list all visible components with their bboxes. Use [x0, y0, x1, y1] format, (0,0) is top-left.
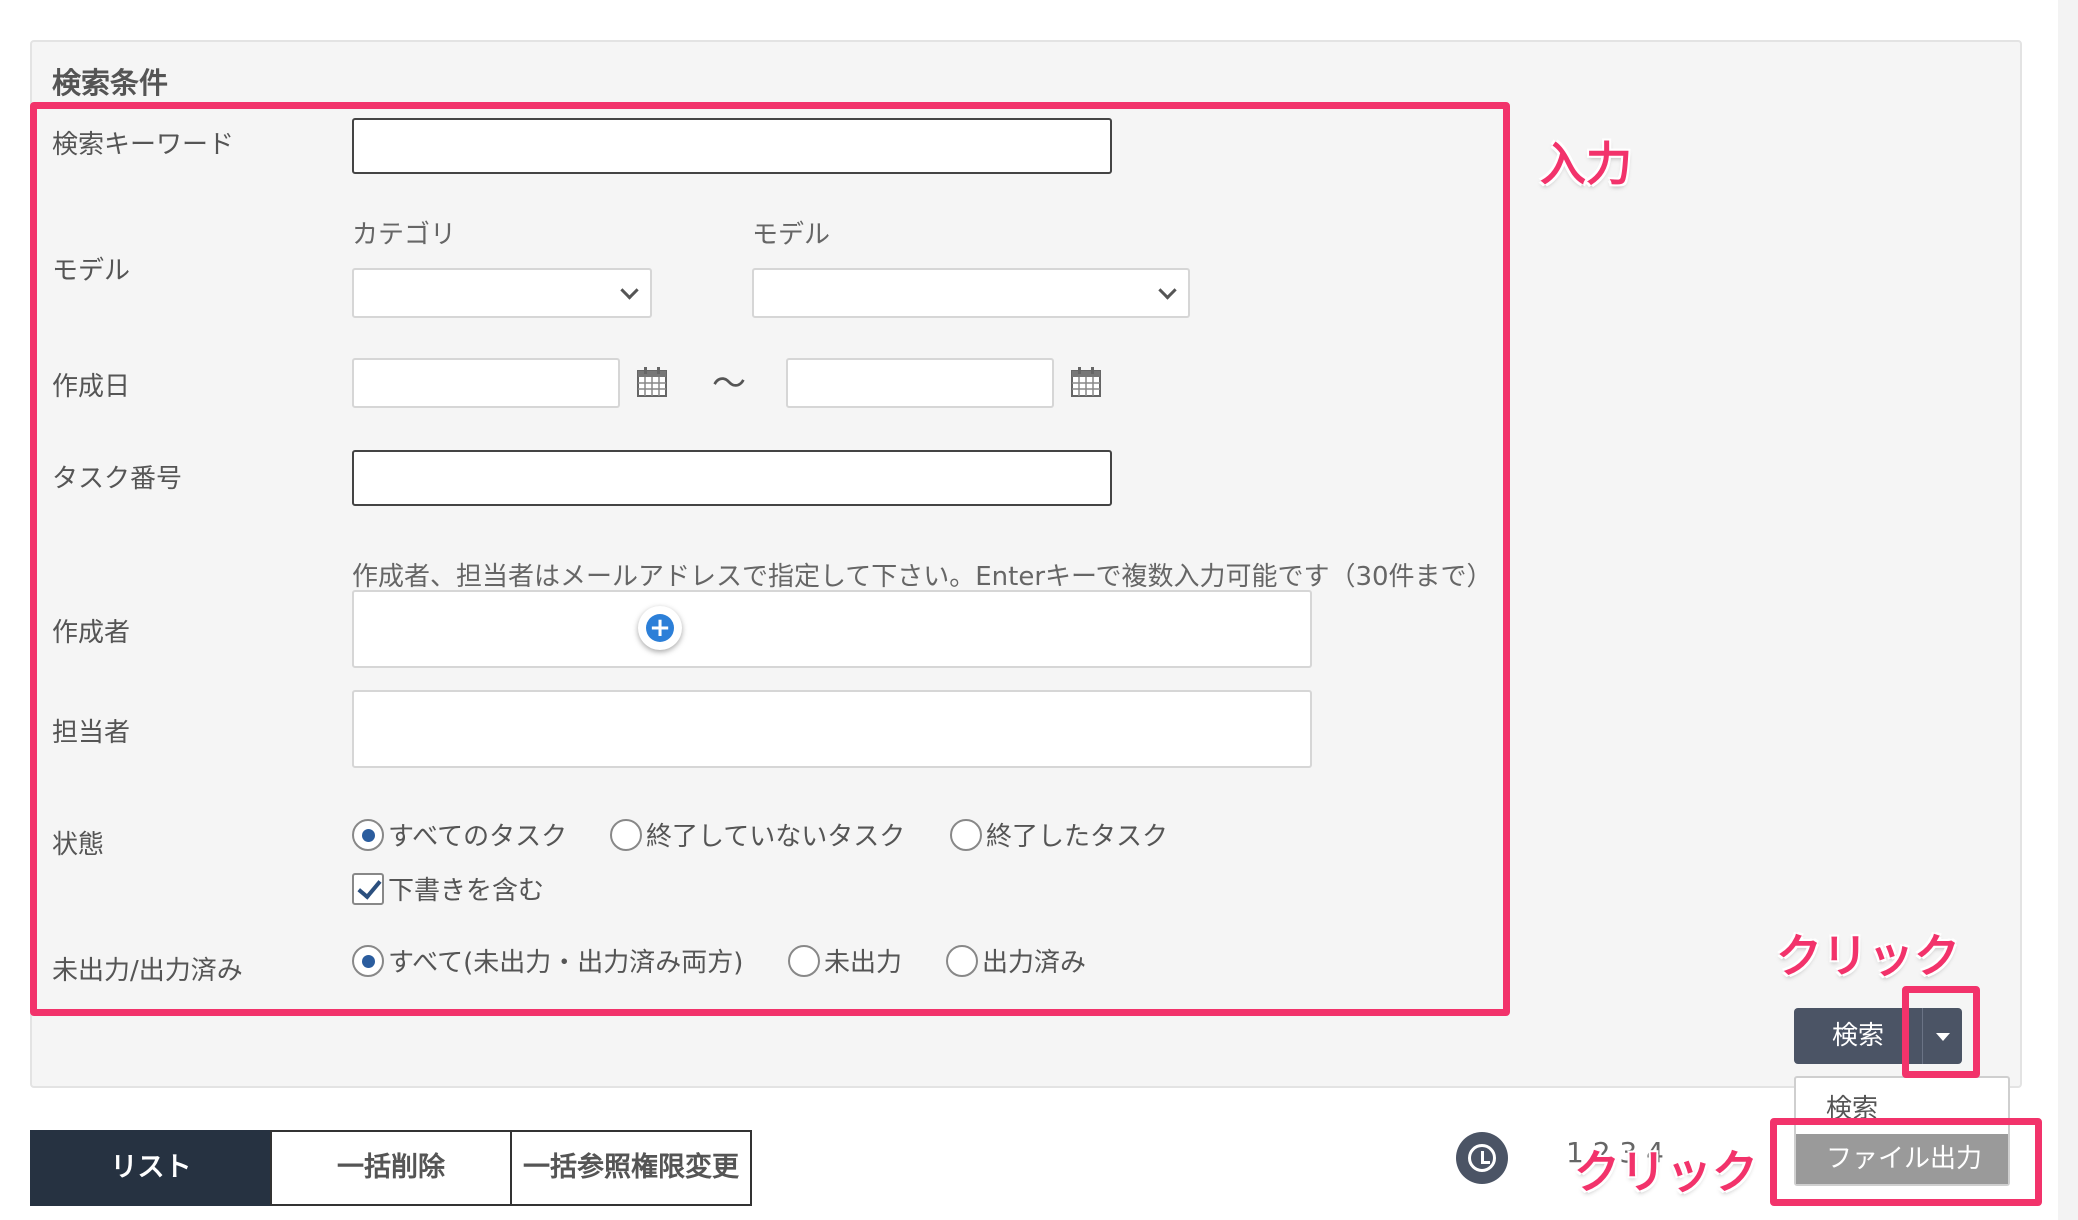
status-radio-closed[interactable]: 終了したタスク — [950, 816, 1168, 853]
input-annotation: 入力 — [1540, 137, 1632, 191]
tab-bulk-permission-change[interactable]: 一括参照権限変更 — [510, 1130, 752, 1206]
include-draft-checkbox[interactable]: 下書きを含む — [352, 870, 544, 907]
click-annotation-2: クリック — [1574, 1145, 1758, 1199]
search-dropdown-toggle[interactable] — [1922, 1008, 1962, 1064]
tab-list[interactable]: リスト — [30, 1130, 272, 1206]
created-date-to-input[interactable] — [786, 358, 1054, 408]
add-creator-button[interactable]: + — [638, 606, 682, 650]
creator-label: 作成者 — [52, 618, 131, 648]
output-radio-exported[interactable]: 出力済み — [946, 942, 1086, 979]
task-number-input[interactable] — [352, 450, 1112, 506]
model-label: モデル — [52, 256, 131, 286]
model-select[interactable] — [752, 268, 1190, 318]
radio-icon — [788, 944, 820, 977]
assignee-label: 担当者 — [52, 718, 131, 748]
category-sublabel: カテゴリ — [352, 220, 457, 250]
checkbox-checked-icon — [352, 872, 384, 905]
radio-selected-icon — [352, 944, 384, 977]
task-number-label: タスク番号 — [52, 464, 183, 494]
calendar-icon[interactable] — [1070, 366, 1102, 398]
category-select[interactable] — [352, 268, 652, 318]
created-date-from-input[interactable] — [352, 358, 620, 408]
dropdown-item-file-export[interactable]: ファイル出力 — [1796, 1134, 2008, 1184]
date-range-separator: 〜 — [712, 364, 746, 404]
search-button[interactable]: 検索 — [1794, 1008, 1922, 1064]
plus-icon: + — [646, 614, 674, 642]
keyword-input[interactable] — [352, 118, 1112, 174]
list-tabs: リスト 一括削除 一括参照権限変更 — [30, 1130, 752, 1206]
assignee-input[interactable] — [352, 690, 1312, 768]
creator-input[interactable] — [352, 590, 1312, 668]
status-label: 状態 — [52, 830, 105, 860]
dropdown-item-search[interactable]: 検索 — [1796, 1084, 2008, 1134]
keyword-label: 検索キーワード — [52, 130, 235, 160]
output-status-label: 未出力/出力済み — [52, 956, 243, 986]
status-radio-open[interactable]: 終了していないタスク — [610, 816, 905, 853]
radio-icon — [950, 818, 982, 851]
radio-selected-icon — [352, 818, 384, 851]
chevron-down-icon — [620, 281, 639, 300]
model-sublabel: モデル — [752, 220, 831, 250]
page-edge — [2058, 0, 2078, 1220]
chevron-down-icon — [1158, 281, 1177, 300]
calendar-icon[interactable] — [636, 366, 668, 398]
history-clock-icon[interactable] — [1456, 1132, 1508, 1184]
output-radio-unexported[interactable]: 未出力 — [788, 942, 902, 979]
tab-bulk-delete[interactable]: 一括削除 — [270, 1130, 512, 1206]
output-radio-all[interactable]: すべて(未出力・出力済み両方) — [352, 942, 743, 979]
radio-icon — [946, 944, 978, 977]
status-radio-all[interactable]: すべてのタスク — [352, 816, 567, 853]
panel-title: 検索条件 — [52, 66, 169, 100]
radio-icon — [610, 818, 642, 851]
created-date-label: 作成日 — [52, 372, 131, 402]
email-hint: 作成者、担当者はメールアドレスで指定して下さい。Enterキーで複数入力可能です… — [352, 562, 1493, 592]
click-annotation-1: クリック — [1776, 929, 1960, 983]
search-dropdown-menu: 検索 ファイル出力 — [1794, 1076, 2010, 1186]
